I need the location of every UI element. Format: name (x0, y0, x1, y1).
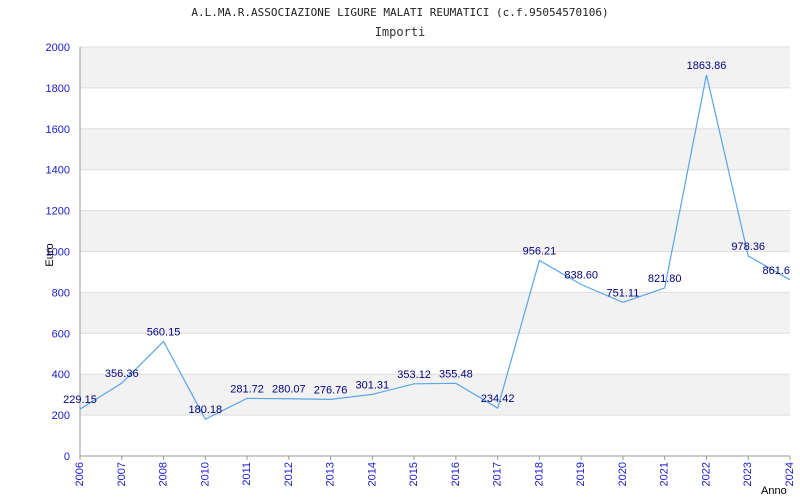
y-tick-label: 1200 (46, 206, 70, 218)
data-label: 821.80 (648, 273, 682, 285)
x-axis-label: Anno (761, 485, 787, 497)
grid-band (80, 210, 790, 252)
data-label: 751.11 (607, 287, 640, 299)
x-tick-label: 2023 (742, 462, 754, 486)
y-tick-label: 400 (52, 369, 70, 381)
x-tick-label: 2017 (492, 462, 504, 486)
data-label: 355.48 (439, 368, 473, 380)
x-tick-label: 2010 (199, 462, 211, 486)
data-label: 861.6 (762, 265, 790, 277)
data-label: 280.07 (272, 384, 306, 396)
data-label: 560.15 (147, 326, 181, 338)
x-tick-label: 2008 (158, 462, 170, 486)
data-label: 838.60 (564, 270, 598, 282)
line-chart: 0200400600800100012001400160018002000 20… (44, 42, 796, 497)
data-label: 234.42 (481, 393, 515, 405)
x-tick-label: 2024 (784, 462, 796, 486)
y-tick-label: 0 (64, 451, 70, 463)
data-label: 276.76 (314, 384, 348, 396)
background-bands (80, 47, 790, 416)
x-tick-label: 2013 (325, 462, 337, 486)
y-tick-label: 1800 (46, 83, 70, 95)
x-tick-label: 2006 (74, 462, 86, 486)
grid-band (80, 128, 790, 170)
x-tick-label: 2020 (617, 462, 629, 486)
y-tick-label: 800 (52, 287, 70, 299)
x-tick-labels: 2006 2007 2008 2010 2011 2012 2013 2014 2015 2016… (74, 462, 796, 486)
y-axis-label: Euro (44, 243, 56, 266)
x-tick-label: 2015 (408, 462, 420, 486)
data-label: 353.12 (397, 369, 431, 381)
data-label: 978.36 (731, 241, 765, 253)
data-label: 1863.86 (687, 60, 727, 72)
grid-band (80, 292, 790, 334)
y-tick-label: 1400 (46, 165, 70, 177)
data-label: 356.36 (105, 368, 139, 380)
x-tick-label: 2012 (283, 462, 295, 486)
grid-band (80, 374, 790, 416)
x-tick-label: 2022 (700, 462, 712, 486)
y-tick-label: 1600 (46, 124, 70, 136)
x-tick-label: 2011 (241, 462, 253, 486)
data-label: 281.72 (230, 383, 264, 395)
y-tick-label: 200 (52, 410, 70, 422)
y-tick-label: 2000 (46, 42, 70, 54)
x-tick-label: 2021 (659, 462, 671, 486)
y-tick-label: 600 (52, 328, 70, 340)
x-tick-label: 2018 (533, 462, 545, 486)
x-tick-label: 2016 (450, 462, 462, 486)
data-label: 229.15 (63, 394, 97, 406)
data-label: 301.31 (356, 379, 390, 391)
x-tick-label: 2019 (575, 462, 587, 486)
x-tick-label: 2007 (116, 462, 128, 486)
grid-band (80, 47, 790, 88)
data-label: 180.18 (188, 404, 222, 416)
x-tick-label: 2014 (366, 462, 378, 486)
data-label: 956.21 (523, 245, 557, 257)
